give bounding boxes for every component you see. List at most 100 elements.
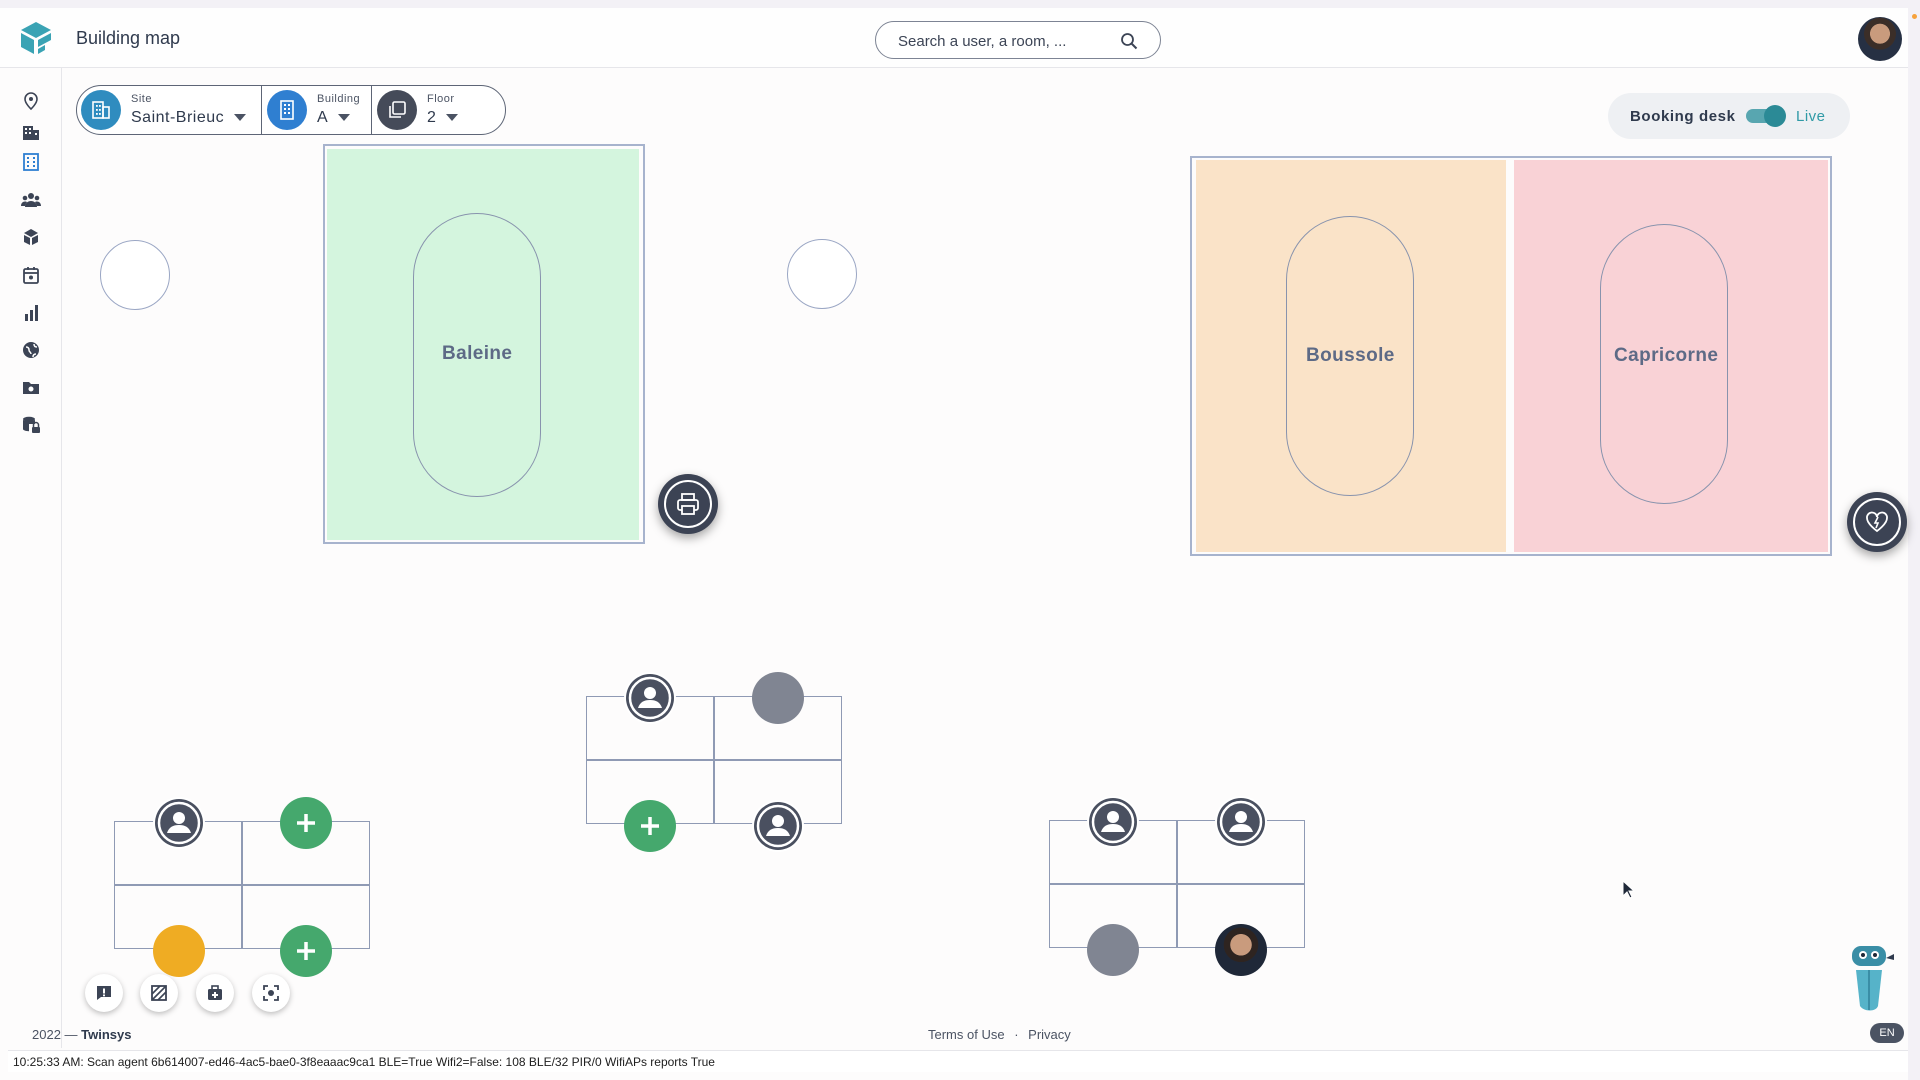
seat-user[interactable]	[1215, 796, 1267, 848]
boxes-icon	[24, 229, 38, 245]
footer-separator: ·	[1014, 1027, 1019, 1042]
footer-year: 2022 —	[32, 1027, 82, 1042]
seat-user[interactable]	[1087, 796, 1139, 848]
seat-add[interactable]	[280, 797, 332, 849]
sidebar-item-global[interactable]	[20, 339, 42, 361]
first-aid-kit-icon	[208, 985, 222, 1000]
twinsys-logo[interactable]	[18, 20, 54, 56]
seat-pending[interactable]	[153, 925, 205, 977]
plus-icon	[297, 942, 315, 960]
building-value-wrap: A	[317, 109, 351, 127]
site-building-icon	[81, 90, 121, 130]
language-selector[interactable]: EN	[1870, 1023, 1904, 1043]
search-icon[interactable]	[1120, 32, 1138, 50]
booking-desk-toggle[interactable]	[1746, 105, 1786, 127]
site-label: Site	[131, 93, 152, 105]
sidebar-item-people[interactable]	[20, 189, 42, 211]
sidebar-item-analytics[interactable]	[20, 302, 42, 324]
printer-poi[interactable]	[658, 474, 718, 534]
room-boussole[interactable]: Boussole	[1196, 160, 1506, 552]
room-name: Baleine	[442, 343, 513, 364]
seat-user-photo[interactable]	[1215, 924, 1267, 976]
seat-user[interactable]	[153, 797, 205, 849]
floor-selector[interactable]: Floor 2	[377, 88, 497, 132]
user-avatar[interactable]	[1858, 17, 1902, 61]
seat-occupied[interactable]	[752, 672, 804, 724]
floor-label: Floor	[427, 93, 455, 105]
floor-plan-icon	[23, 153, 39, 171]
notification-dot	[1912, 14, 1917, 19]
search-input[interactable]: Search a user, a room, ...	[875, 21, 1161, 59]
database-lock-icon	[23, 416, 40, 433]
sidebar-item-locations[interactable]	[20, 90, 42, 112]
filter-divider	[261, 85, 262, 135]
first-aid-button[interactable]	[196, 974, 234, 1012]
top-header: Building map Search a user, a room, ...	[0, 8, 1908, 68]
site-selector[interactable]: Site Saint-Brieuc	[81, 88, 261, 132]
sidebar-item-building-map[interactable]	[20, 151, 42, 173]
app-window: Building map Search a user, a room, ...	[0, 8, 1917, 1080]
user-icon	[1217, 798, 1265, 846]
user-icon	[626, 674, 674, 722]
user-icon	[1089, 798, 1137, 846]
building-icon	[267, 90, 307, 130]
toggle-knob	[1764, 105, 1786, 127]
room-baleine[interactable]: Baleine	[327, 149, 639, 540]
hatch-icon	[151, 985, 167, 1001]
sidebar-item-data-security[interactable]	[20, 414, 42, 436]
floor-value: 2	[427, 109, 437, 126]
buildings-icon	[23, 126, 39, 140]
live-label: Live	[1796, 108, 1826, 125]
room-name: Capricorne	[1614, 345, 1719, 366]
camera-folder-icon	[23, 382, 39, 394]
globe-icon	[23, 342, 39, 358]
assistant-robot-icon[interactable]	[1844, 942, 1896, 1014]
building-selector[interactable]: Building A	[267, 88, 375, 132]
chevron-down-icon	[234, 114, 247, 122]
focus-frame-icon	[263, 985, 279, 1001]
search-placeholder: Search a user, a room, ...	[898, 33, 1067, 50]
sidebar	[0, 68, 62, 1048]
user-icon	[754, 802, 802, 850]
booking-desk-panel: Booking desk Live	[1608, 93, 1850, 139]
seat-user[interactable]	[624, 672, 676, 724]
heart-bolt-icon	[1853, 498, 1901, 546]
seat-add[interactable]	[280, 925, 332, 977]
defibrillator-poi[interactable]	[1847, 492, 1907, 552]
sidebar-item-media[interactable]	[20, 376, 42, 398]
calendar-icon	[23, 267, 39, 284]
fit-view-button[interactable]	[252, 974, 290, 1012]
seat-add[interactable]	[624, 800, 676, 852]
chart-icon	[25, 305, 38, 321]
alert-comment-icon	[97, 986, 111, 1000]
plant-ring	[787, 239, 857, 309]
report-issue-button[interactable]	[85, 974, 123, 1012]
floors-icon	[377, 90, 417, 130]
printer-icon	[664, 480, 712, 528]
seat-occupied[interactable]	[1087, 924, 1139, 976]
building-value: A	[317, 109, 329, 126]
user-icon	[155, 799, 203, 847]
floor-value-wrap: 2	[427, 109, 459, 127]
people-icon	[21, 193, 41, 207]
plus-icon	[641, 817, 659, 835]
plant-ring	[100, 240, 170, 310]
hatch-toggle-button[interactable]	[140, 974, 178, 1012]
page-title: Building map	[76, 28, 181, 48]
footer-company: Twinsys	[81, 1027, 132, 1042]
sidebar-item-assets[interactable]	[20, 226, 42, 248]
status-bar: 10:25:33 AM: Scan agent 6b614007-ed46-4a…	[8, 1050, 1908, 1072]
room-name: Boussole	[1306, 345, 1395, 366]
sidebar-item-sites[interactable]	[20, 121, 42, 143]
location-filter: Site Saint-Brieuc Building A Floor 2	[76, 85, 506, 135]
room-capricorne[interactable]: Capricorne	[1514, 160, 1828, 552]
seat-user[interactable]	[752, 800, 804, 852]
booking-desk-label: Booking desk	[1630, 108, 1736, 125]
sidebar-item-bookings[interactable]	[20, 264, 42, 286]
filter-divider	[371, 85, 372, 135]
site-value-wrap: Saint-Brieuc	[131, 109, 247, 127]
mouse-cursor-icon	[1622, 880, 1636, 899]
terms-link[interactable]: Terms of Use	[928, 1027, 1005, 1042]
privacy-link[interactable]: Privacy	[1028, 1027, 1071, 1042]
footer-copyright: 2022 — Twinsys	[32, 1027, 132, 1042]
